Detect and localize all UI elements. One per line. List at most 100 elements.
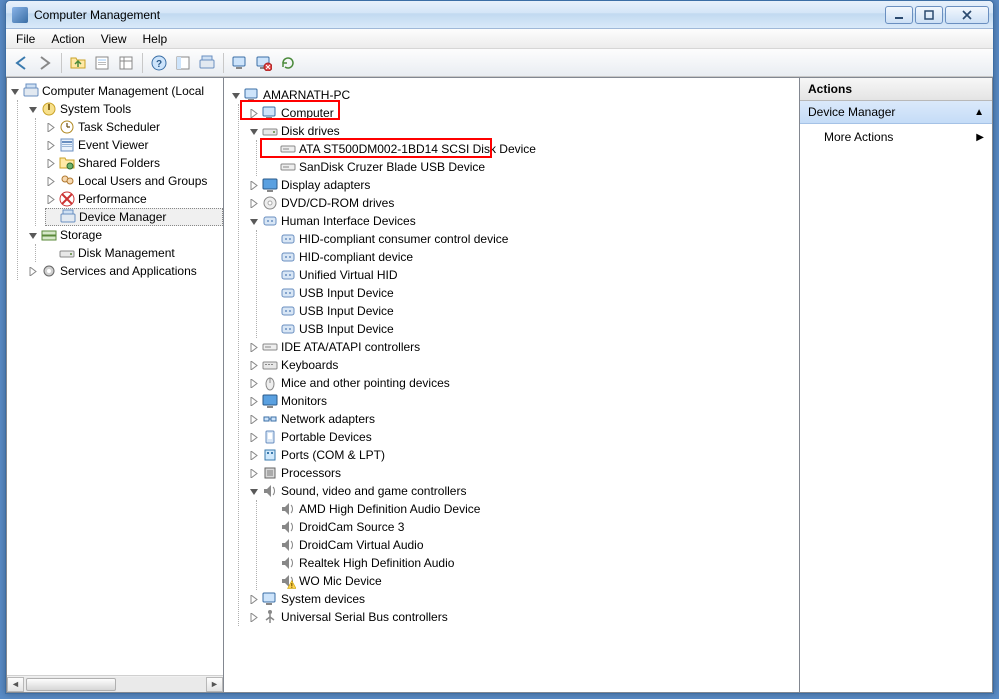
computer-icon <box>244 87 260 103</box>
dev-portable[interactable]: Portable Devices <box>248 428 799 446</box>
toolbar-uninstall-button[interactable] <box>253 52 275 74</box>
toolbar-refresh-button[interactable] <box>277 52 299 74</box>
expander-open-icon[interactable] <box>248 215 261 228</box>
speaker-icon <box>280 555 296 571</box>
dev-usb-input-1[interactable]: USB Input Device <box>266 284 799 302</box>
expander-open-icon[interactable] <box>27 103 40 116</box>
tree-system-tools[interactable]: System Tools <box>27 100 223 118</box>
tree-shared-folders[interactable]: Shared Folders <box>45 154 223 172</box>
tree-local-users[interactable]: Local Users and Groups <box>45 172 223 190</box>
toolbar-action-button[interactable] <box>196 52 218 74</box>
close-button[interactable] <box>945 6 989 24</box>
scroll-left-button[interactable]: ◄ <box>7 677 24 692</box>
dev-hid[interactable]: Human Interface Devices <box>248 212 799 230</box>
menu-help[interactable]: Help <box>135 30 176 48</box>
toolbar-scan-button[interactable] <box>229 52 251 74</box>
expander-closed-icon[interactable] <box>248 395 261 408</box>
expander-closed-icon[interactable] <box>248 413 261 426</box>
tree-performance[interactable]: Performance <box>45 190 223 208</box>
app-icon <box>12 7 28 23</box>
horizontal-scrollbar[interactable]: ◄ ► <box>7 675 223 692</box>
device-tree[interactable]: AMARNATH-PC Computer Disk driv <box>228 82 799 630</box>
tree-task-scheduler[interactable]: Task Scheduler <box>45 118 223 136</box>
toolbar-up-button[interactable] <box>67 52 89 74</box>
expander-closed-icon[interactable] <box>248 431 261 444</box>
expander-closed-icon[interactable] <box>248 107 261 120</box>
toolbar-forward-button[interactable] <box>34 52 56 74</box>
expander-closed-icon[interactable] <box>27 265 40 278</box>
minimize-button[interactable] <box>885 6 913 24</box>
expander-open-icon[interactable] <box>27 229 40 242</box>
menu-file[interactable]: File <box>8 30 43 48</box>
dev-realtek[interactable]: Realtek High Definition Audio <box>266 554 799 572</box>
dev-display[interactable]: Display adapters <box>248 176 799 194</box>
expander-closed-icon[interactable] <box>248 593 261 606</box>
toolbar-properties-button[interactable] <box>91 52 113 74</box>
expander-closed-icon[interactable] <box>45 121 58 134</box>
expander-open-icon[interactable] <box>230 89 243 102</box>
scroll-thumb[interactable] <box>26 678 116 691</box>
dev-usb-controllers[interactable]: Universal Serial Bus controllers <box>248 608 799 626</box>
dev-unified-hid[interactable]: Unified Virtual HID <box>266 266 799 284</box>
dev-usb-input-2[interactable]: USB Input Device <box>266 302 799 320</box>
dev-ata-disk[interactable]: ATA ST500DM002-1BD14 SCSI Disk Device <box>266 140 799 158</box>
expander-closed-icon[interactable] <box>248 179 261 192</box>
expander-closed-icon[interactable] <box>45 157 58 170</box>
dev-keyboards[interactable]: Keyboards <box>248 356 799 374</box>
speaker-icon <box>262 483 278 499</box>
expander-closed-icon[interactable] <box>248 377 261 390</box>
toolbar-view-button[interactable] <box>115 52 137 74</box>
dev-usb-input-3[interactable]: USB Input Device <box>266 320 799 338</box>
titlebar[interactable]: Computer Management <box>6 1 993 29</box>
expander-open-icon[interactable] <box>248 485 261 498</box>
scroll-right-button[interactable]: ► <box>206 677 223 692</box>
maximize-button[interactable] <box>915 6 943 24</box>
dev-dvd[interactable]: DVD/CD-ROM drives <box>248 194 799 212</box>
tree-event-viewer[interactable]: Event Viewer <box>45 136 223 154</box>
tree-storage[interactable]: Storage <box>27 226 223 244</box>
expander-closed-icon[interactable] <box>248 197 261 210</box>
dev-amd-audio[interactable]: AMD High Definition Audio Device <box>266 500 799 518</box>
actions-section[interactable]: Device Manager ▲ <box>800 101 992 124</box>
toolbar-help-button[interactable] <box>148 52 170 74</box>
expander-open-icon[interactable] <box>9 85 22 98</box>
dev-computer[interactable]: Computer <box>248 104 799 122</box>
expander-closed-icon[interactable] <box>248 467 261 480</box>
dev-ports[interactable]: Ports (COM & LPT) <box>248 446 799 464</box>
dev-disk-drives[interactable]: Disk drives <box>248 122 799 140</box>
actions-more[interactable]: More Actions ▶ <box>800 124 992 150</box>
dev-network[interactable]: Network adapters <box>248 410 799 428</box>
scroll-track[interactable] <box>24 677 206 692</box>
dev-droidcam-virtual[interactable]: DroidCam Virtual Audio <box>266 536 799 554</box>
expander-closed-icon[interactable] <box>248 611 261 624</box>
disk-icon <box>59 245 75 261</box>
dev-hid-consumer[interactable]: HID-compliant consumer control device <box>266 230 799 248</box>
dev-sound[interactable]: Sound, video and game controllers <box>248 482 799 500</box>
menu-action[interactable]: Action <box>43 30 92 48</box>
tree-device-manager[interactable]: Device Manager <box>45 208 223 226</box>
dev-root[interactable]: AMARNATH-PC <box>230 86 799 104</box>
dev-system[interactable]: System devices <box>248 590 799 608</box>
dev-droidcam-source[interactable]: DroidCam Source 3 <box>266 518 799 536</box>
tree-disk-management[interactable]: Disk Management <box>45 244 223 262</box>
dev-sandisk[interactable]: SanDisk Cruzer Blade USB Device <box>266 158 799 176</box>
console-tree[interactable]: Computer Management (Local System Tools <box>7 78 223 284</box>
expander-open-icon[interactable] <box>248 125 261 138</box>
dev-monitors[interactable]: Monitors <box>248 392 799 410</box>
menu-view[interactable]: View <box>93 30 135 48</box>
toolbar-back-button[interactable] <box>10 52 32 74</box>
tree-services-apps[interactable]: Services and Applications <box>27 262 223 280</box>
expander-closed-icon[interactable] <box>248 359 261 372</box>
expander-closed-icon[interactable] <box>248 341 261 354</box>
expander-closed-icon[interactable] <box>45 139 58 152</box>
expander-closed-icon[interactable] <box>248 449 261 462</box>
dev-mice[interactable]: Mice and other pointing devices <box>248 374 799 392</box>
expander-closed-icon[interactable] <box>45 193 58 206</box>
dev-ide[interactable]: IDE ATA/ATAPI controllers <box>248 338 799 356</box>
dev-hid-device[interactable]: HID-compliant device <box>266 248 799 266</box>
dev-processors[interactable]: Processors <box>248 464 799 482</box>
expander-closed-icon[interactable] <box>45 175 58 188</box>
dev-womic[interactable]: WO Mic Device <box>266 572 799 590</box>
tree-root[interactable]: Computer Management (Local <box>9 82 223 100</box>
toolbar-show-hide-button[interactable] <box>172 52 194 74</box>
